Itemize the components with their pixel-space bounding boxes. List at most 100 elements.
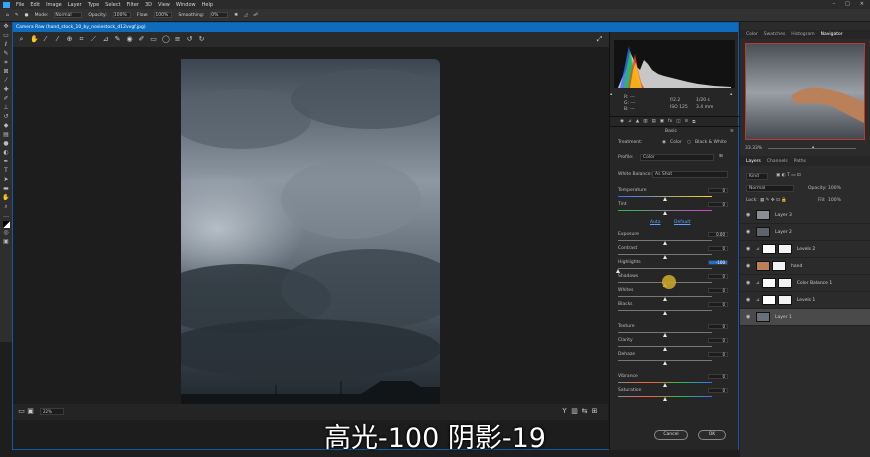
slider-track-texture[interactable]: [618, 332, 712, 333]
slider-knob-tint[interactable]: [663, 211, 667, 215]
layer-visibility-eye-icon[interactable]: ◉: [746, 263, 752, 269]
smoothing-field[interactable]: 0%: [210, 12, 229, 18]
tab-layers[interactable]: Layers: [746, 159, 761, 164]
menu-window[interactable]: Window: [176, 2, 196, 8]
calibration-tab-icon[interactable]: ◫: [676, 119, 680, 124]
panel-menu-icon[interactable]: ≡: [730, 129, 734, 134]
slider-track-exposure[interactable]: [618, 240, 712, 241]
slider-track-vibrance[interactable]: [618, 382, 712, 383]
layer-row[interactable]: ◉ hand: [740, 258, 870, 275]
pen-tool-icon[interactable]: ✒: [2, 158, 10, 166]
color-sampler-icon[interactable]: ⁄: [54, 36, 61, 43]
white-balance-icon[interactable]: ⁄: [42, 36, 49, 43]
menu-help[interactable]: Help: [202, 2, 213, 8]
menu-edit[interactable]: Edit: [30, 2, 40, 8]
slider-value-temperature[interactable]: 0: [708, 188, 728, 193]
slider-knob-clarity[interactable]: [663, 347, 667, 351]
layer-visibility-eye-icon[interactable]: ◉: [746, 212, 752, 218]
targeted-adjust-icon[interactable]: ⊕: [66, 36, 73, 43]
slider-value-tint[interactable]: 0: [708, 202, 728, 207]
treatment-bw-radio-icon[interactable]: ○: [687, 140, 691, 145]
angle-icon[interactable]: ◿: [244, 13, 247, 18]
home-icon[interactable]: ⌂: [6, 13, 9, 18]
navigator-preview[interactable]: [745, 43, 865, 140]
screen-mode-icon[interactable]: ▣: [2, 238, 10, 246]
eyedropper-tool-icon[interactable]: ⁄: [2, 77, 10, 85]
hand-icon[interactable]: ✋: [30, 36, 39, 43]
fit-view-icon[interactable]: ▭: [18, 408, 25, 415]
snapshots-tab-icon[interactable]: ⧉: [692, 119, 695, 125]
layer-visibility-eye-icon[interactable]: ◉: [746, 280, 752, 286]
slider-knob-dehaze[interactable]: [663, 361, 667, 365]
tab-histogram[interactable]: Histogram: [791, 32, 814, 37]
slider-knob-contrast[interactable]: [663, 255, 667, 259]
fill-value[interactable]: 100%: [828, 198, 841, 203]
effects-tab-icon[interactable]: fx: [668, 119, 672, 124]
navigator-zoom-knob-icon[interactable]: ▴: [812, 145, 814, 150]
zoom-icon[interactable]: ⌕: [18, 36, 25, 43]
view-mode-icon[interactable]: Y: [561, 408, 568, 415]
slider-track-contrast[interactable]: [618, 254, 712, 255]
layer-filter-kind[interactable]: Kind: [746, 173, 768, 180]
slider-knob-highlights[interactable]: [616, 269, 620, 273]
zoom-level-select[interactable]: 22%: [40, 408, 64, 415]
slider-value-contrast[interactable]: 0: [708, 246, 728, 251]
layer-visibility-eye-icon[interactable]: ◉: [746, 246, 752, 252]
menu-3d[interactable]: 3D: [145, 2, 152, 8]
slider-value-clarity[interactable]: 0: [708, 338, 728, 343]
adjustment-brush-icon[interactable]: ✐: [138, 36, 145, 43]
graduated-filter-icon[interactable]: ▭: [150, 36, 157, 43]
menu-view[interactable]: View: [158, 2, 170, 8]
brush-preset-icon[interactable]: ●: [25, 13, 29, 18]
maximize-icon[interactable]: □: [845, 1, 850, 7]
slider-knob-vibrance[interactable]: [663, 383, 667, 387]
slider-track-highlights[interactable]: [618, 268, 712, 269]
layer-visibility-eye-icon[interactable]: ◉: [746, 314, 752, 320]
shadow-clip-icon[interactable]: ▴: [610, 92, 616, 97]
close-icon[interactable]: ×: [860, 1, 864, 7]
slider-value-saturation[interactable]: 0: [708, 388, 728, 393]
lasso-tool-icon[interactable]: ℓ: [2, 41, 10, 49]
hsl-tab-icon[interactable]: ▥: [643, 119, 647, 124]
treatment-color-radio-icon[interactable]: ◉: [662, 140, 666, 145]
slider-knob-saturation[interactable]: [663, 397, 667, 401]
slider-track-whites[interactable]: [618, 296, 712, 297]
layer-filter-icons[interactable]: ▣ ◐ T ▭ ⊡: [776, 173, 801, 178]
brush-tool-icon[interactable]: ✎: [15, 13, 19, 18]
white-balance-select[interactable]: As Shot: [652, 171, 728, 178]
layer-mask-thumbnail[interactable]: [772, 261, 786, 271]
slider-value-whites[interactable]: 0: [708, 288, 728, 293]
menu-type[interactable]: Type: [88, 2, 99, 8]
hand-tool-icon[interactable]: ✋: [2, 194, 10, 202]
preferences-icon[interactable]: ≡: [174, 36, 181, 43]
slider-knob-texture[interactable]: [663, 333, 667, 337]
auto-link[interactable]: Auto: [650, 220, 660, 225]
slider-value-texture[interactable]: 0: [708, 324, 728, 329]
basic-tab-icon[interactable]: ◉: [620, 119, 624, 124]
menu-filter[interactable]: Filter: [127, 2, 139, 8]
frame-tool-icon[interactable]: ⊠: [2, 68, 10, 76]
history-brush-icon[interactable]: ↺: [2, 113, 10, 121]
highlight-clip-icon[interactable]: ▴: [730, 92, 732, 97]
move-tool-icon[interactable]: ✥: [2, 23, 10, 31]
preview-preferences-icon[interactable]: ⊞: [591, 408, 598, 415]
profile-browser-icon[interactable]: ⊞: [719, 154, 723, 159]
fill-view-icon[interactable]: ▣: [27, 408, 34, 415]
path-select-icon[interactable]: ➤: [2, 176, 10, 184]
gradient-tool-icon[interactable]: ▤: [2, 131, 10, 139]
menu-file[interactable]: File: [16, 2, 24, 8]
tab-color[interactable]: Color: [746, 32, 758, 37]
healing-tool-icon[interactable]: ✚: [2, 86, 10, 94]
radial-filter-icon[interactable]: ◯: [162, 36, 170, 43]
fullscreen-icon[interactable]: ⤢: [596, 36, 603, 43]
minimize-icon[interactable]: –: [833, 1, 836, 7]
layer-row[interactable]: ◉ ⊿ Levels 2: [740, 241, 870, 258]
swap-settings-icon[interactable]: ⇆: [581, 408, 588, 415]
rotate-cw-icon[interactable]: ↻: [198, 36, 205, 43]
layer-row[interactable]: ◉ Layer 3: [740, 207, 870, 224]
slider-track-saturation[interactable]: [618, 396, 712, 397]
split-toning-tab-icon[interactable]: ▤: [651, 119, 655, 124]
default-link[interactable]: Default: [674, 220, 690, 225]
blend-mode-select[interactable]: Normal: [746, 185, 794, 192]
menu-layer[interactable]: Layer: [68, 2, 82, 8]
